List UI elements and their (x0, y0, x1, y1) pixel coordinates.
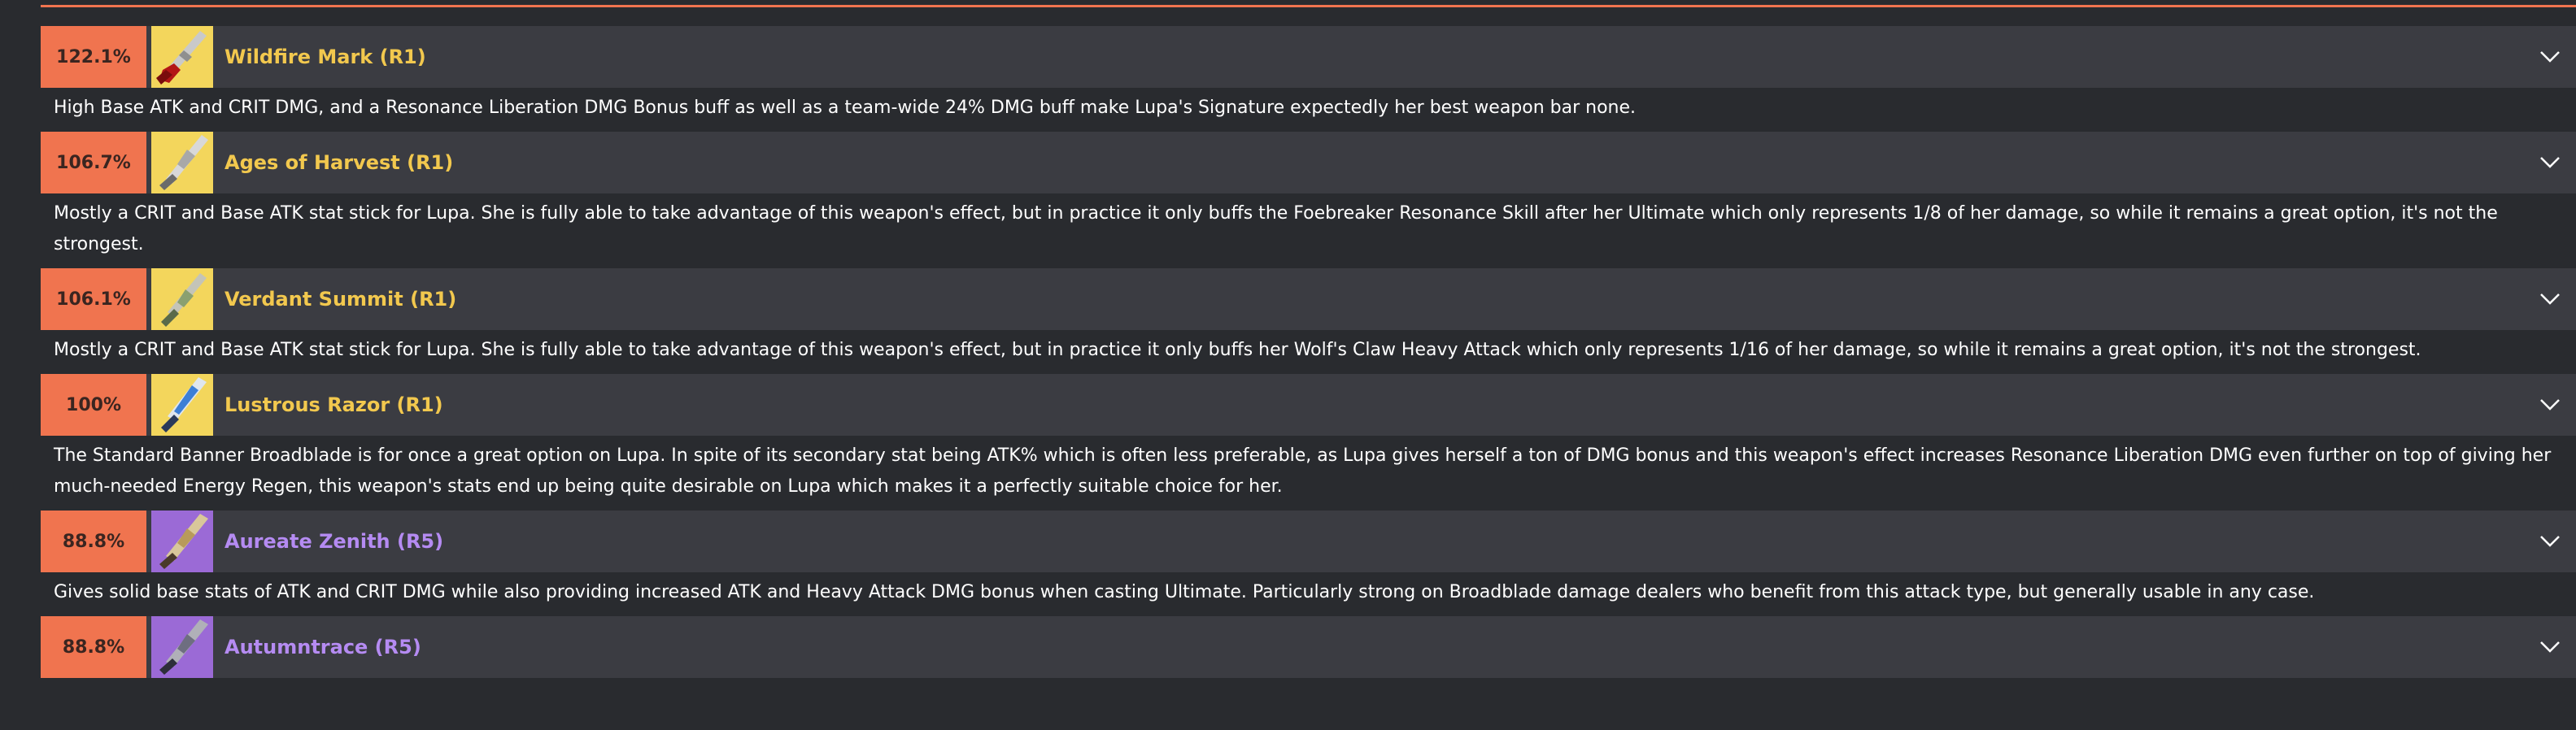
weapon-row-aureate-zenith[interactable]: 88.8% Aureate Zenith (R5) (41, 511, 2576, 572)
weapon-name: Wildfire Mark (R1) (224, 46, 426, 68)
dps-percent-badge: 88.8% (41, 616, 146, 678)
broadblade-dark-icon (151, 616, 213, 678)
weapon-name: Autumntrace (R5) (224, 636, 421, 658)
dps-percent-badge: 100% (41, 374, 146, 436)
dps-percent-badge: 88.8% (41, 511, 146, 572)
chevron-down-icon[interactable] (2539, 636, 2561, 658)
weapon-description: High Base ATK and CRIT DMG, and a Resona… (54, 98, 1637, 118)
weapon-description: Gives solid base stats of ATK and CRIT D… (54, 582, 2315, 602)
weapon-row-wildfire-mark[interactable]: 122.1% Wildfire Mark (R1) (41, 26, 2576, 88)
broadblade-red-icon (151, 26, 213, 88)
chevron-down-icon[interactable] (2539, 288, 2561, 311)
dps-percent-badge: 106.7% (41, 132, 146, 193)
weapon-row-verdant-summit[interactable]: 106.1% Verdant Summit (R1) (41, 268, 2576, 330)
weapon-row-autumntrace[interactable]: 88.8% Autumntrace (R5) (41, 616, 2576, 678)
weapon-description: Mostly a CRIT and Base ATK stat stick fo… (54, 203, 2498, 254)
weapon-description: The Standard Banner Broadblade is for on… (54, 445, 2552, 497)
weapon-name: Verdant Summit (R1) (224, 288, 457, 311)
broadblade-silver-icon (151, 132, 213, 193)
broadblade-blue-icon (151, 374, 213, 436)
chevron-down-icon[interactable] (2539, 393, 2561, 416)
weapon-name: Aureate Zenith (R5) (224, 530, 444, 553)
weapon-description: Mostly a CRIT and Base ATK stat stick fo… (54, 340, 2421, 360)
dps-percent-badge: 122.1% (41, 26, 146, 88)
weapon-row-lustrous-razor[interactable]: 100% Lustrous Razor (R1) (41, 374, 2576, 436)
dps-percent-badge: 106.1% (41, 268, 146, 330)
weapon-name: Lustrous Razor (R1) (224, 393, 443, 416)
broadblade-green-icon (151, 268, 213, 330)
chevron-down-icon[interactable] (2539, 151, 2561, 174)
weapon-list: 122.1% Wildfire Mark (R1) High Base ATK … (41, 26, 2576, 678)
chevron-down-icon[interactable] (2539, 46, 2561, 68)
weapon-ranking-page: 122.1% Wildfire Mark (R1) High Base ATK … (0, 0, 2576, 730)
chevron-down-icon[interactable] (2539, 530, 2561, 553)
broadblade-gold-icon (151, 511, 213, 572)
weapon-name: Ages of Harvest (R1) (224, 151, 454, 174)
section-divider (41, 5, 2576, 7)
weapon-row-ages-of-harvest[interactable]: 106.7% Ages of Harvest (R1) (41, 132, 2576, 193)
